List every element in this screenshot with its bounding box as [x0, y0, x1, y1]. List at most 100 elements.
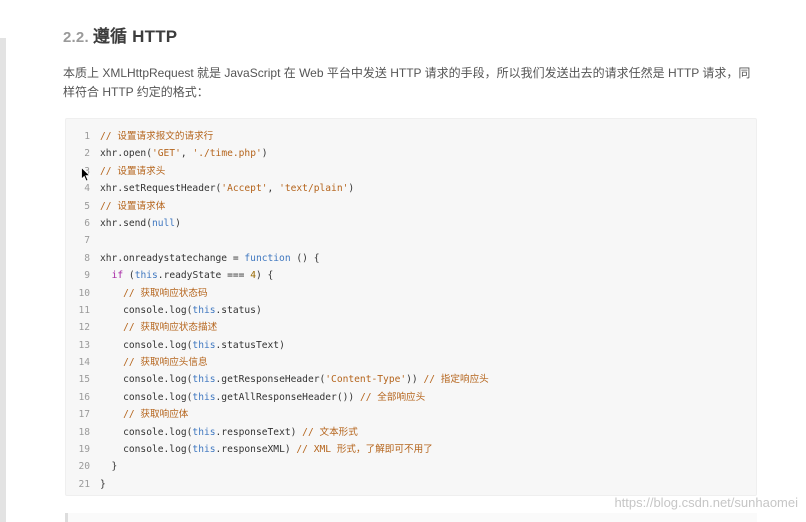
- code-line: 4 xhr.setRequestHeader('Accept', 'text/pl…: [66, 180, 756, 197]
- code-token: // 获取响应状态码: [123, 287, 208, 299]
- code-text: // 获取响应体: [90, 406, 188, 423]
- code-text: if (this.readyState === 4) {: [90, 267, 274, 284]
- code-token: 'text/plain': [279, 183, 349, 195]
- code-token: './time.php': [192, 148, 262, 160]
- code-line: 21}: [66, 476, 756, 493]
- line-number: 12: [78, 322, 90, 334]
- code-line: 14 // 获取响应头信息: [66, 354, 756, 371]
- code-token: (: [123, 270, 135, 282]
- code-token: xhr.onreadystatechange =: [100, 252, 245, 264]
- line-number: 18: [78, 426, 90, 438]
- code-token: ): [175, 217, 181, 229]
- line-number: 21: [78, 478, 90, 490]
- code-text: // 获取响应状态描述: [90, 319, 217, 336]
- code-text: // 设置请求头: [90, 163, 165, 180]
- code-line: 3// 设置请求头: [66, 163, 756, 180]
- code-token: .statusText): [215, 339, 285, 351]
- section-title: 遵循 HTTP: [92, 27, 178, 46]
- code-token: function: [244, 252, 291, 264]
- code-line: 20 }: [66, 458, 756, 475]
- code-token: this: [192, 374, 216, 386]
- code-line: 18 console.log(this.responseText) // 文本形…: [66, 424, 756, 441]
- code-token: this: [192, 426, 216, 438]
- code-token: this: [192, 444, 216, 456]
- code-line: 12 // 获取响应状态描述: [66, 319, 756, 336]
- code-token: // 获取响应状态描述: [123, 322, 218, 334]
- code-text: }: [90, 476, 106, 493]
- code-token: ): [348, 183, 355, 195]
- code-token: ,: [267, 183, 280, 195]
- code-text: xhr.setRequestHeader('Accept', 'text/pla…: [90, 180, 354, 197]
- code-token: // 设置请求头: [100, 165, 166, 177]
- code-line: 19 console.log(this.responseXML) // XML …: [66, 441, 756, 458]
- code-token: console.log(: [100, 304, 193, 316]
- code-text: console.log(this.getResponseHeader('Cont…: [90, 371, 489, 388]
- line-number: 15: [78, 374, 90, 386]
- line-number: 20: [78, 461, 90, 473]
- code-token: // 设置请求报文的请求行: [100, 131, 214, 142]
- code-token: .status): [215, 304, 262, 316]
- code-token: console.log(: [100, 339, 193, 351]
- code-line: 8 xhr.onreadystatechange = function () {: [66, 250, 756, 267]
- code-token: ) {: [256, 270, 274, 282]
- code-text: xhr.open('GET', './time.php'): [90, 145, 268, 162]
- line-number: 4: [84, 183, 90, 195]
- code-token: console.log(: [100, 391, 193, 403]
- left-scroll-bar[interactable]: [0, 38, 6, 522]
- code-token: // 文本形式: [302, 426, 358, 438]
- line-number: 6: [84, 217, 90, 229]
- code-text: // 设置请求报文的请求行: [90, 128, 213, 145]
- intro-paragraph: 本质上 XMLHttpRequest 就是 JavaScript 在 Web 平…: [63, 66, 751, 99]
- code-token: () {: [290, 252, 320, 264]
- code-token: console.log(: [100, 426, 193, 438]
- code-line: 2 xhr.open('GET', './time.php'): [66, 145, 756, 162]
- line-number: 19: [78, 444, 90, 456]
- code-text: }: [90, 458, 118, 475]
- code-token: // XML 形式，了解即可不用了: [296, 444, 433, 456]
- code-token: .responseText): [215, 426, 303, 438]
- code-token: this: [134, 270, 158, 282]
- line-number: 5: [84, 200, 90, 212]
- line-number: 17: [78, 409, 90, 421]
- code-token: // 设置请求体: [100, 200, 166, 212]
- code-line: 10 // 获取响应状态码: [66, 285, 756, 302]
- code-token: }: [100, 461, 118, 473]
- code-text: xhr.onreadystatechange = function () {: [90, 250, 320, 267]
- code-text: console.log(this.responseText) // 文本形式: [90, 424, 358, 441]
- code-text: // 获取响应状态码: [90, 285, 208, 302]
- code-token: // 全部响应头: [359, 391, 426, 403]
- code-token: }: [100, 478, 106, 490]
- line-number: 13: [78, 339, 90, 351]
- line-number: 9: [84, 270, 90, 282]
- code-text: console.log(this.responseXML) // XML 形式，…: [90, 441, 433, 458]
- code-line: 13 console.log(this.statusText): [66, 337, 756, 354]
- code-token: this: [192, 391, 216, 403]
- code-token: .responseXML): [215, 444, 297, 456]
- code-token: .getAllResponseHeader()): [215, 391, 360, 403]
- code-text: console.log(this.getAllResponseHeader())…: [90, 389, 425, 406]
- code-token: if: [111, 270, 124, 282]
- code-token: // 指定响应头: [423, 374, 489, 386]
- code-token: 'GET': [151, 148, 181, 160]
- code-token: .readyState ===: [157, 270, 251, 282]
- line-number: 10: [78, 287, 90, 299]
- line-number: 16: [78, 391, 90, 403]
- code-token: ): [261, 148, 268, 160]
- code-line: 1 // 设置请求报文的请求行: [66, 128, 756, 145]
- code-line: 9 if (this.readyState === 4) {: [66, 267, 756, 284]
- code-line: 5 // 设置请求体: [66, 198, 756, 215]
- line-number: 7: [84, 235, 90, 247]
- section-heading: 2.2. 遵循 HTTP: [63, 22, 177, 47]
- code-token: xhr.setRequestHeader(: [100, 183, 222, 195]
- line-number: 8: [84, 252, 90, 264]
- code-line: 11 console.log(this.status): [66, 302, 756, 319]
- code-token: .getResponseHeader(: [215, 374, 326, 386]
- code-text: // 设置请求体: [90, 198, 165, 215]
- code-token: xhr.send(: [100, 217, 152, 229]
